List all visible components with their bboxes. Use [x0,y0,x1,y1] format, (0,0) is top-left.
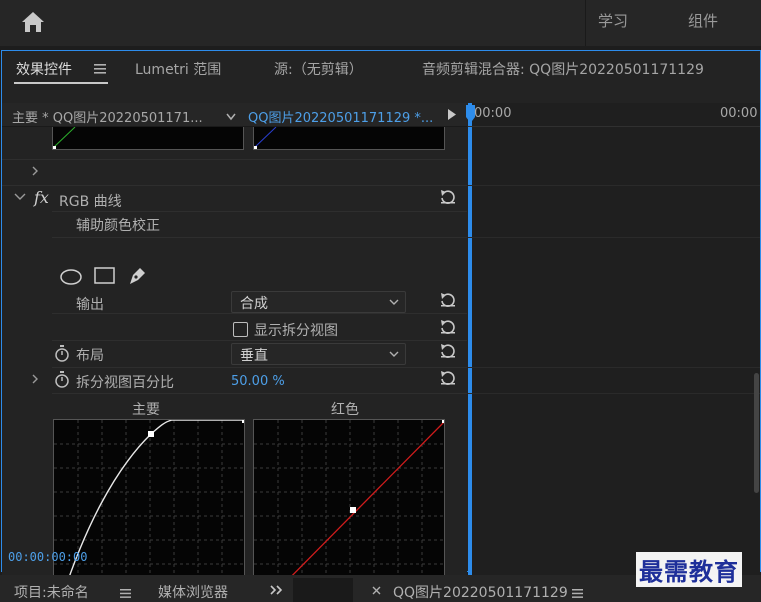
split-percent-label: 拆分视图百分比 [76,375,174,391]
panel-menu-icon[interactable] [572,587,583,598]
chevron-down-icon [389,296,399,306]
divider [52,211,467,212]
output-label: 输出 [76,297,104,313]
secondary-color-correction-label[interactable]: 辅助颜色校正 [76,215,160,235]
rectangle-mask-icon[interactable] [94,267,116,285]
master-curve-editor[interactable] [53,419,245,597]
sequence-selector-bar: 主要 * QQ图片20220501171... QQ图片202205011711… [2,103,467,127]
panel-menu-icon[interactable] [120,587,131,598]
double-chevron-right-icon[interactable] [270,584,284,595]
reset-icon[interactable] [439,370,457,386]
ellipse-mask-icon[interactable] [59,269,83,285]
divider [2,185,467,186]
chevron-down-icon[interactable] [226,110,236,121]
reset-icon[interactable] [439,319,457,335]
curve-thumbnail-green [52,127,244,150]
divider [52,237,467,238]
active-tab-indicator [14,82,108,84]
stopwatch-icon[interactable] [54,371,70,388]
current-timecode[interactable]: 00:00:00:00 [8,550,87,564]
timeline-start-time: 00:00 [474,106,512,121]
divider [468,393,760,394]
curve-master-label: 主要 [132,402,160,418]
divider [52,340,467,341]
curve-red-label: 红色 [331,402,359,418]
divider [52,367,467,368]
master-clip-label[interactable]: 主要 * QQ图片20220501171... [12,107,203,126]
divider [468,237,760,238]
stopwatch-icon[interactable] [54,345,70,362]
workspace-bar: 学习 组件 [0,0,761,46]
layout-label: 布局 [76,348,104,364]
curve-thumbnail-blue [253,127,445,150]
playhead-line [468,103,472,597]
chevron-right-icon[interactable] [30,373,40,384]
tab-audio-clip-mixer[interactable]: 音频剪辑混合器: QQ图片20220501171129 [422,59,704,79]
tab-lumetri-scopes[interactable]: Lumetri 范围 [135,59,221,79]
output-value: 合成 [240,296,268,312]
chevron-down-icon[interactable] [14,191,26,201]
workspace-tab-assembly[interactable]: 组件 [688,10,718,31]
divider [468,367,760,368]
reset-icon[interactable] [439,343,457,359]
reset-icon[interactable] [439,292,457,308]
workspace-tab-learn[interactable]: 学习 [598,10,628,31]
split-percent-value[interactable]: 50.00 % [231,374,285,389]
reset-icon[interactable] [439,189,457,205]
layout-value: 垂直 [240,348,268,364]
panel-gap [293,578,353,602]
vertical-scrollbar[interactable] [754,373,759,493]
panel-tab-bar: 效果控件 Lumetri 范围 源:（无剪辑） 音频剪辑混合器: QQ图片202… [2,51,760,87]
layout-dropdown[interactable]: 垂直 [231,343,406,365]
effects-list: 辅助颜色校正 fx RGB 曲线 输出 合成 显示拆分视图 布局 垂直 拆分视图… [2,127,467,597]
home-icon[interactable] [20,10,46,34]
watermark-logo: 最需教育 [636,552,742,587]
tab-project[interactable]: 项目:未命名 [14,582,89,602]
chevron-down-icon [389,348,399,358]
active-clip-label[interactable]: QQ图片20220501171129 *... [248,107,433,126]
split-view-label[interactable]: 显示拆分视图 [254,320,338,340]
divider [2,159,467,160]
timeline-end-time: 00:00 [720,106,758,121]
close-icon[interactable] [372,584,381,595]
divider [52,313,467,314]
fx-toggle-icon[interactable]: fx [34,188,49,207]
effect-controls-panel: 效果控件 Lumetri 范围 源:（无剪辑） 音频剪辑混合器: QQ图片202… [1,50,761,597]
red-curve-editor[interactable] [253,419,445,597]
divider [468,126,760,127]
tab-source[interactable]: 源:（无剪辑） [274,59,363,79]
split-view-checkbox[interactable] [233,322,248,337]
divider [52,393,467,394]
tab-effect-controls[interactable]: 效果控件 [16,59,72,79]
pen-mask-icon[interactable] [127,266,147,286]
chevron-right-icon[interactable] [30,165,40,176]
play-triangle-icon[interactable] [448,109,456,120]
divider [468,185,760,186]
mini-timeline[interactable]: 00:00 00:00 [466,103,760,597]
output-dropdown[interactable]: 合成 [231,291,406,313]
tab-timeline-sequence[interactable]: QQ图片20220501171129 [393,582,568,602]
divider [585,0,586,46]
panel-menu-icon[interactable] [94,63,106,74]
rgb-curves-label[interactable]: RGB 曲线 [59,191,122,211]
tab-media-browser[interactable]: 媒体浏览器 [158,582,228,602]
